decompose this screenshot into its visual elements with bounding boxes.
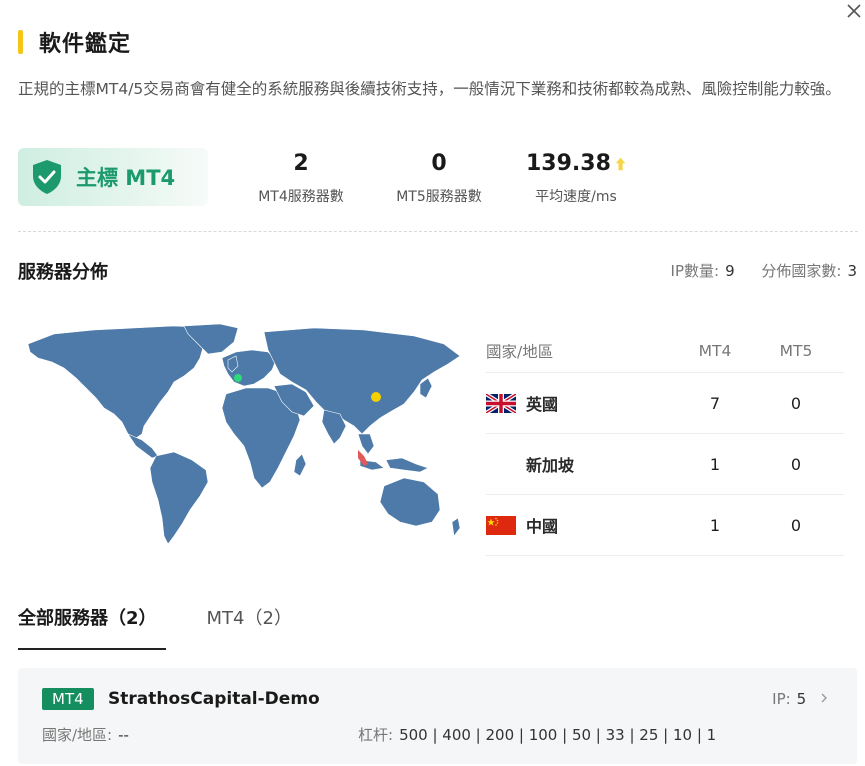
server-leverage: 杠杆: 500 | 400 | 200 | 100 | 50 | 33 | 25 … — [358, 724, 716, 745]
stat-mt5-servers: 0 MT5服務器數 — [393, 150, 485, 206]
server-tabs: 全部服務器（2） MT4（2） — [18, 604, 342, 642]
country-name: 新加坡 — [526, 456, 575, 475]
mt4-count: 7 — [709, 393, 721, 413]
server-country: 國家/地區: -- — [42, 724, 129, 745]
stat-avg-speed: 139.38 平均速度/ms — [526, 150, 626, 206]
header-country: 國家/地區 — [486, 343, 554, 361]
country-cell: 英國 — [486, 391, 682, 415]
stat-mt4-servers: 2 MT4服務器數 — [255, 150, 347, 206]
mt4-count: 1 — [709, 454, 721, 474]
country-value: -- — [118, 726, 129, 744]
stat-value-row: 139.38 — [526, 150, 626, 178]
table-row: 新加坡 1 0 — [486, 434, 844, 495]
arrow-up-icon — [615, 157, 626, 171]
page-title: 軟件鑑定 — [39, 32, 132, 57]
tab-all-servers[interactable]: 全部服務器（2） — [18, 604, 157, 642]
header-mt5: MT5 — [779, 342, 813, 360]
license-badge: 主標 MT4 — [18, 148, 208, 206]
active-tab-indicator — [18, 648, 166, 650]
flag-placeholder — [486, 455, 516, 474]
stat-value: 139.38 — [526, 151, 611, 176]
stat-label: MT5服務器數 — [396, 189, 482, 205]
leverage-label: 杠杆: — [358, 726, 394, 744]
stat-label: 平均速度/ms — [535, 189, 617, 205]
platform-tag: MT4 — [42, 688, 94, 710]
divider — [18, 231, 858, 232]
close-button[interactable] — [845, 4, 863, 22]
country-table: 國家/地區 MT4 MT5 英國 7 0 新加坡 1 0 中國 1 0 — [486, 330, 844, 556]
ip-link[interactable]: IP: 5 — [772, 690, 829, 708]
ip-value: 5 — [796, 690, 807, 708]
header-mt4: MT4 — [698, 342, 732, 360]
mt5-count: 0 — [790, 515, 802, 535]
china-marker — [371, 392, 381, 402]
badge-label: 主標 MT4 — [76, 166, 176, 190]
world-map — [27, 323, 461, 545]
country-name: 中國 — [526, 517, 559, 536]
country-count-value: 3 — [847, 262, 857, 280]
country-count-label: 分佈國家數: — [761, 262, 842, 280]
country-cell: 中國 — [486, 513, 682, 537]
mt5-count: 0 — [790, 454, 802, 474]
table-row: 中國 1 0 — [486, 495, 844, 556]
accent-bar — [18, 30, 23, 54]
ip-label: IP: — [772, 690, 791, 708]
uk-flag-icon — [486, 393, 516, 413]
tab-mt4[interactable]: MT4（2） — [207, 604, 292, 642]
china-flag-icon — [486, 515, 516, 535]
stat-value: 2 — [293, 151, 309, 176]
mt4-count: 1 — [709, 515, 721, 535]
shield-check-icon — [33, 160, 61, 194]
country-label: 國家/地區: — [42, 726, 113, 744]
ip-count-value: 9 — [725, 262, 735, 280]
country-name: 英國 — [526, 395, 559, 414]
server-card[interactable]: MT4 StrathosCapital-Demo IP: 5 國家/地區: -- 杠… — [18, 668, 857, 764]
table-row: 英國 7 0 — [486, 373, 844, 434]
server-name: StrathosCapital-Demo — [108, 689, 320, 709]
section-header: 軟件鑑定 — [18, 26, 131, 58]
stat-label: MT4服務器數 — [258, 189, 344, 205]
distribution-meta: IP數量: 9 分佈國家數: 3 — [671, 260, 857, 281]
uk-marker — [234, 374, 242, 382]
country-cell: 新加坡 — [486, 452, 682, 476]
ip-count-label: IP數量: — [670, 262, 720, 280]
distribution-title: 服務器分佈 — [18, 262, 108, 283]
description-text: 正規的主標MT4/5交易商會有健全的系統服務與後續技術支持，一般情況下業務和技術… — [18, 80, 841, 98]
leverage-value: 500 | 400 | 200 | 100 | 50 | 33 | 25 | 1… — [399, 726, 717, 744]
close-icon — [847, 4, 861, 18]
chevron-right-icon — [821, 693, 827, 703]
country-table-header: 國家/地區 MT4 MT5 — [486, 330, 844, 373]
mt5-count: 0 — [790, 393, 802, 413]
stat-value: 0 — [431, 151, 447, 176]
